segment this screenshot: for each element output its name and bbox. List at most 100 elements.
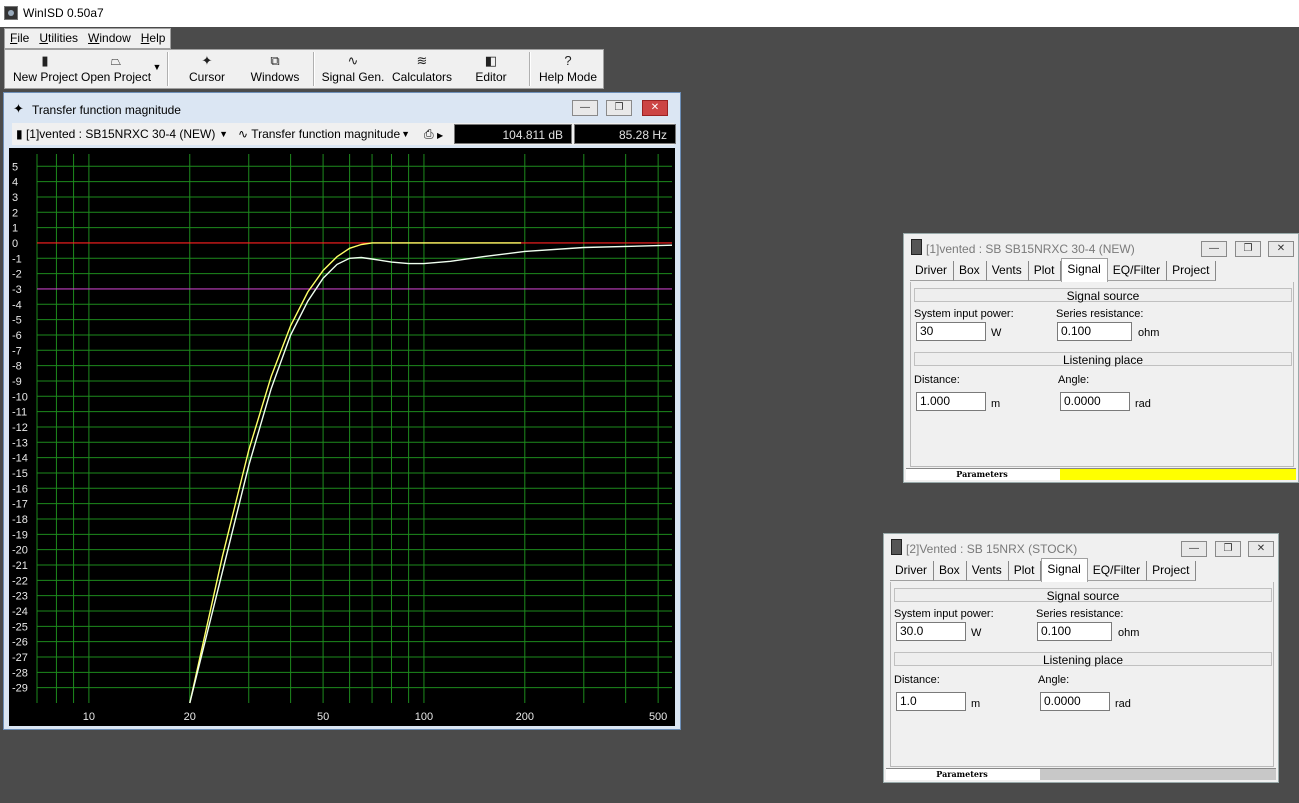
resistance-unit: ohm (1118, 627, 1140, 639)
tab-plot[interactable]: Plot (1008, 561, 1042, 581)
tab-project[interactable]: Project (1147, 561, 1197, 581)
menu-utilities[interactable]: Utilities (34, 29, 83, 48)
sine-wave-icon: ∿ (238, 127, 249, 141)
status-label: Parameters (956, 469, 1008, 479)
signal-gen-button[interactable]: ∿ Signal Gen. (321, 50, 385, 88)
tab-driver[interactable]: Driver (890, 561, 934, 581)
y-tick-label: 1 (12, 223, 18, 235)
help-icon: ? (564, 53, 572, 68)
y-tick-label: -18 (12, 514, 28, 526)
close-button[interactable]: ✕ (1268, 241, 1294, 257)
plot-options-button[interactable]: ⎙ ▶ (424, 125, 452, 143)
param-tabs: Driver Box Vents Plot Signal EQ/Filter P… (890, 558, 1197, 582)
y-tick-label: -24 (12, 606, 28, 618)
tab-eq-filter[interactable]: EQ/Filter (1107, 261, 1168, 281)
plot-type-select[interactable]: ∿ Transfer function magnitude ▼ (238, 125, 410, 143)
windows-icon: ⧉ (270, 53, 280, 68)
system-input-power-label: System input power: (894, 608, 994, 620)
tab-driver[interactable]: Driver (910, 261, 954, 281)
series-resistance-field[interactable]: 0.100 (1057, 322, 1132, 341)
tab-vents[interactable]: Vents (986, 261, 1029, 281)
y-tick-label: -1 (12, 253, 22, 265)
y-tick-label: -9 (12, 376, 22, 388)
app-titlebar: WinISD 0.50a7 (0, 0, 1299, 27)
close-button[interactable]: ✕ (1248, 541, 1274, 557)
tab-vents[interactable]: Vents (966, 561, 1009, 581)
open-project-dropdown[interactable]: ▼ (151, 62, 163, 74)
readout-hz: 85.28 Hz (574, 124, 676, 144)
param-window-1: [1]vented : SB SB15NRXC 30-4 (NEW) — ❐ ✕… (903, 233, 1299, 483)
printer-icon: ⎙ (424, 127, 434, 141)
restore-button[interactable]: ❐ (1235, 241, 1261, 257)
restore-button[interactable]: ❐ (1215, 541, 1241, 557)
y-tick-label: -3 (12, 284, 22, 296)
distance-field[interactable]: 1.0 (896, 692, 966, 711)
angle-label: Angle: (1058, 374, 1090, 386)
tab-eq-filter[interactable]: EQ/Filter (1087, 561, 1148, 581)
status-label: Parameters (936, 769, 988, 779)
tab-box[interactable]: Box (954, 261, 987, 281)
tab-signal[interactable]: Signal (1061, 258, 1108, 282)
toolbar-separator (167, 52, 169, 86)
tab-project[interactable]: Project (1167, 261, 1217, 281)
calculators-button[interactable]: ≋ Calculators (391, 50, 453, 88)
crosshair-icon: ✦ (13, 101, 24, 116)
y-tick-label: -19 (12, 529, 28, 541)
y-tick-label: -10 (12, 391, 28, 403)
help-mode-button[interactable]: ? Help Mode (537, 50, 599, 88)
distance-field[interactable]: 1.000 (916, 392, 986, 411)
chevron-down-icon: ▼ (219, 129, 228, 139)
dropdown-arrow-icon: ▼ (152, 62, 162, 72)
y-tick-label: -25 (12, 621, 28, 633)
minimize-button[interactable]: — (572, 100, 598, 116)
series-resistance-label: Series resistance: (1036, 608, 1124, 620)
new-project-button[interactable]: ▮ New Project (13, 50, 78, 88)
chevron-right-icon: ▶ (436, 131, 444, 140)
x-tick-label: 50 (317, 711, 329, 723)
series-resistance-field[interactable]: 0.100 (1037, 622, 1112, 641)
system-input-power-field[interactable]: 30.0 (896, 622, 966, 641)
y-tick-label: -15 (12, 468, 28, 480)
power-unit: W (971, 627, 982, 639)
project-select[interactable]: ▮ [1]vented : SB15NRXC 30-4 (NEW) ▼ (16, 125, 228, 143)
x-tick-label: 10 (83, 711, 95, 723)
minimize-button[interactable]: — (1181, 541, 1207, 557)
y-tick-label: 0 (12, 238, 18, 250)
minimize-button[interactable]: — (1201, 241, 1227, 257)
plot-window-caption[interactable]: ✦ Transfer function magnitude — ❐ ✕ (4, 93, 680, 121)
restore-button[interactable]: ❐ (606, 100, 632, 116)
windows-button[interactable]: ⧉ Windows (247, 50, 303, 88)
y-tick-label: -29 (12, 683, 28, 695)
crosshair-icon: ✦ (201, 53, 213, 68)
menu-window[interactable]: Window (83, 29, 136, 48)
open-project-button[interactable]: ⏢ Open Project (81, 50, 151, 88)
y-tick-label: -4 (12, 299, 22, 311)
menu-file[interactable]: File (5, 29, 34, 48)
y-tick-label: -5 (12, 315, 22, 327)
angle-field[interactable]: 0.0000 (1060, 392, 1130, 411)
angle-field[interactable]: 0.0000 (1040, 692, 1110, 711)
x-tick-label: 100 (415, 711, 433, 723)
system-input-power-field[interactable]: 30 (916, 322, 986, 341)
system-input-power-label: System input power: (914, 308, 1014, 320)
angle-unit: rad (1115, 698, 1131, 710)
plot-window: ✦ Transfer function magnitude — ❐ ✕ ▮ [1… (3, 92, 681, 730)
menu-help[interactable]: Help (136, 29, 171, 48)
y-tick-label: -14 (12, 453, 28, 465)
y-tick-label: -27 (12, 652, 28, 664)
tab-box[interactable]: Box (934, 561, 967, 581)
signal-source-header: Signal source (894, 588, 1272, 603)
y-tick-label: -13 (12, 437, 28, 449)
tab-plot[interactable]: Plot (1028, 261, 1062, 281)
listening-place-header: Listening place (914, 352, 1292, 367)
transfer-function-chart[interactable]: 543210-1-2-3-4-5-6-7-8-9-10-11-12-13-14-… (9, 148, 675, 726)
y-tick-label: -2 (12, 269, 22, 281)
editor-button[interactable]: ◧ Editor (469, 50, 513, 88)
y-tick-label: 5 (12, 161, 18, 173)
tab-signal[interactable]: Signal (1041, 558, 1088, 582)
param-window-1-title: [1]vented : SB SB15NRXC 30-4 (NEW) (926, 242, 1135, 256)
cursor-button[interactable]: ✦ Cursor (181, 50, 233, 88)
y-tick-label: -8 (12, 361, 22, 373)
toolbar-separator (313, 52, 315, 86)
close-button[interactable]: ✕ (642, 100, 668, 116)
